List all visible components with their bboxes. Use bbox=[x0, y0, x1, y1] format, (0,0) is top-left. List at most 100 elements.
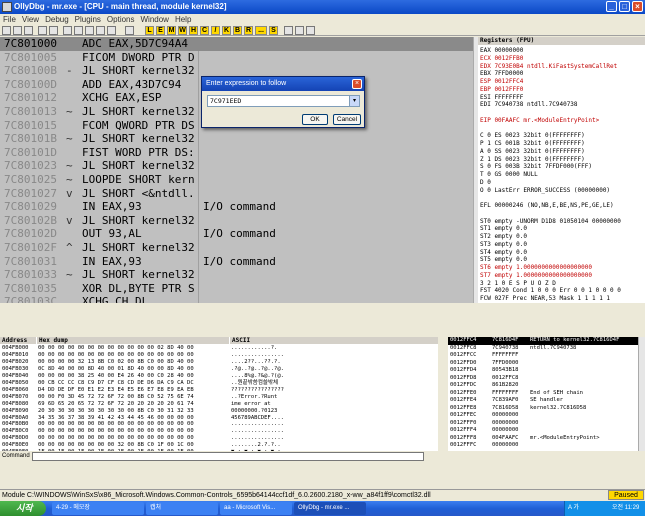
toolbar-modules-button[interactable]: E bbox=[156, 26, 165, 35]
dump-row[interactable]: 004FB0A0 34 35 36 37 38 39 41 42 43 44 45… bbox=[0, 415, 438, 422]
restart-icon[interactable] bbox=[13, 26, 22, 35]
stack-pane[interactable]: 0012FFC4 7C816D4F RETURN to kernel32.7C816… bbox=[448, 337, 638, 451]
disasm-row[interactable]: 7C80103C XCHG CH,DL bbox=[0, 295, 473, 303]
trace-over-icon[interactable] bbox=[96, 26, 105, 35]
stack-row[interactable]: 0012FFE4 7C839AF0 SE handler bbox=[448, 397, 638, 405]
register-line[interactable]: EDI 7C940738 ntdll.7C940738 bbox=[480, 101, 578, 108]
toolbar-references-button[interactable]: R bbox=[244, 26, 253, 35]
dump-row[interactable]: 004FB0C0 00 00 00 00 00 00 00 00 00 00 00… bbox=[0, 428, 438, 435]
cancel-button[interactable]: Cancel bbox=[333, 114, 361, 125]
disasm-row[interactable]: 7C80102F ^ JL SHORT kernel32 bbox=[0, 241, 473, 255]
taskbar-button-notepad[interactable]: 4-29 - 메모장 bbox=[52, 502, 144, 515]
register-line[interactable]: ESP 0012FFC4 bbox=[480, 78, 523, 85]
dump-row[interactable]: 004FB0E0 00 00 00 00 00 00 00 00 32 00 8B… bbox=[0, 442, 438, 449]
taskbar-button-ollydbg[interactable]: OllyDbg - mr.exe ... bbox=[294, 502, 366, 515]
register-line[interactable]: ECX 0012FFB0 bbox=[480, 55, 523, 62]
register-line[interactable]: O 0 LastErr ERROR_SUCCESS (00000000) bbox=[480, 187, 610, 194]
minimize-icon[interactable]: _ bbox=[606, 1, 617, 12]
register-line[interactable]: ST7 empty 1.0000000000000000000 bbox=[480, 272, 592, 279]
dump-row[interactable]: 004FB070 00 00 F0 3D 45 72 72 6F 72 00 8B… bbox=[0, 394, 438, 401]
run-icon[interactable] bbox=[38, 26, 47, 35]
dump-row[interactable]: 004FB0D0 00 00 00 00 00 00 00 00 00 00 00… bbox=[0, 435, 438, 442]
taskbar-button-capture[interactable]: 캡처 bbox=[146, 502, 218, 515]
dump-row[interactable]: 004FB010 00 00 00 00 00 00 00 00 00 00 00… bbox=[0, 352, 438, 359]
trace-into-icon[interactable] bbox=[85, 26, 94, 35]
register-line[interactable]: ST4 empty 0.0 bbox=[480, 249, 527, 256]
menu-file[interactable]: File bbox=[0, 14, 19, 25]
register-line[interactable]: C 0 ES 0023 32bit 0(FFFFFFFF) bbox=[480, 132, 585, 139]
menu-help[interactable]: Help bbox=[172, 14, 194, 25]
disasm-row[interactable]: 7C80102D OUT 93,AL I/O command bbox=[0, 227, 473, 241]
register-line[interactable]: ST1 empty 0.0 bbox=[480, 225, 527, 232]
register-line[interactable]: ST5 empty 0.0 bbox=[480, 256, 527, 263]
register-line[interactable]: 3 2 1 0 E S P U O Z D bbox=[480, 280, 556, 287]
ime-indicator[interactable]: A 가 bbox=[568, 501, 579, 516]
disasm-row[interactable]: 7C801005 FICOM DWORD PTR D bbox=[0, 51, 473, 65]
register-line[interactable]: FCW 027F Prec NEAR,53 Mask 1 1 1 1 1 bbox=[480, 295, 610, 302]
step-over-icon[interactable] bbox=[74, 26, 83, 35]
registers-pane[interactable]: Registers (FPU) EAX 00000000 ECX 0012FFB0… bbox=[478, 37, 645, 303]
toolbar-windows-button[interactable]: W bbox=[178, 26, 187, 35]
menu-debug[interactable]: Debug bbox=[42, 14, 72, 25]
close-program-icon[interactable] bbox=[24, 26, 33, 35]
dump-row[interactable]: 004FB000 00 00 00 00 00 00 00 00 00 00 00… bbox=[0, 345, 438, 352]
menu-view[interactable]: View bbox=[19, 14, 42, 25]
pane-splitter[interactable] bbox=[0, 303, 645, 337]
register-line[interactable]: FST 4020 Cond 1 0 0 0 Err 0 0 1 0 0 0 0 bbox=[480, 287, 621, 294]
register-line[interactable]: ST6 empty 1.0000000000000000000 bbox=[480, 264, 592, 271]
options-icon[interactable] bbox=[284, 26, 293, 35]
dump-row[interactable]: 004FB090 20 30 30 30 30 30 30 30 30 00 8B… bbox=[0, 408, 438, 415]
stack-row[interactable]: 0012FFEC 00000000 bbox=[448, 412, 638, 420]
list-icon[interactable] bbox=[295, 26, 304, 35]
chevron-down-icon[interactable]: ▾ bbox=[349, 96, 359, 106]
goto-icon[interactable] bbox=[125, 26, 134, 35]
register-line[interactable]: D 0 bbox=[480, 179, 491, 186]
execute-till-return-icon[interactable] bbox=[107, 26, 116, 35]
register-line[interactable]: ST0 empty -UNORM D1D8 01050104 00000000 bbox=[480, 218, 621, 225]
step-into-icon[interactable] bbox=[63, 26, 72, 35]
close-icon[interactable]: × bbox=[632, 1, 643, 12]
register-line[interactable]: EDX 7C93E0B4 ntdll.KiFastSystemCallRet bbox=[480, 63, 617, 70]
stack-scrollbar[interactable] bbox=[638, 337, 645, 451]
expression-value[interactable]: 7C971EED bbox=[210, 96, 241, 107]
stack-row[interactable]: 0012FFD4 80543B18 bbox=[448, 367, 638, 375]
register-line[interactable]: S 0 FS 003B 32bit 7FFDF000(FFF) bbox=[480, 163, 592, 170]
register-line[interactable]: A 0 SS 0023 32bit 0(FFFFFFFF) bbox=[480, 148, 585, 155]
dump-row[interactable]: 004FB0B0 00 00 00 00 00 00 00 00 00 00 00… bbox=[0, 421, 438, 428]
stack-row[interactable]: 0012FFC8 7C940738 ntdll.7C940738 bbox=[448, 345, 638, 353]
disasm-row[interactable]: 7C801033 ~ JL SHORT kernel32 bbox=[0, 268, 473, 282]
disasm-row[interactable]: 7C801027 v JL SHORT <&ntdll. bbox=[0, 187, 473, 201]
register-line[interactable]: EBX 7FFD0000 bbox=[480, 70, 523, 77]
disasm-row[interactable]: 7C80101D FIST WORD PTR DS: bbox=[0, 146, 473, 160]
disasm-row[interactable]: 7C801025 ~ LOOPDE SHORT kern bbox=[0, 173, 473, 187]
stack-row[interactable]: 0012FFF4 00000000 bbox=[448, 427, 638, 435]
open-icon[interactable] bbox=[2, 26, 11, 35]
register-line[interactable]: Z 1 DS 0023 32bit 0(FFFFFFFF) bbox=[480, 156, 585, 163]
taskbar-button-visualstudio[interactable]: aa - Microsoft Vis... bbox=[220, 502, 292, 515]
dump-header-hex[interactable]: Hex dump bbox=[37, 337, 229, 344]
toolbar-handles-button[interactable]: H bbox=[189, 26, 198, 35]
register-line[interactable]: ST3 empty 0.0 bbox=[480, 241, 527, 248]
hex-dump-pane[interactable]: Address Hex dump ASCII 004FB000 00 00 00 … bbox=[0, 337, 438, 451]
disasm-row[interactable]: 7C80102B v JL SHORT kernel32 bbox=[0, 214, 473, 228]
disasm-row[interactable]: 7C801023 ~ JL SHORT kernel32 bbox=[0, 159, 473, 173]
register-line[interactable]: ST2 empty 0.0 bbox=[480, 233, 527, 240]
register-line[interactable]: ESI FFFFFFFF bbox=[480, 94, 523, 101]
menu-plugins[interactable]: Plugins bbox=[72, 14, 104, 25]
toolbar-patches-button[interactable]: / bbox=[211, 26, 220, 35]
maximize-icon[interactable]: □ bbox=[619, 1, 630, 12]
disasm-row[interactable]: 7C801035 XOR DL,BYTE PTR S bbox=[0, 282, 473, 296]
toolbar-memory-button[interactable]: M bbox=[167, 26, 176, 35]
register-line[interactable]: EFL 00000246 (NO,NB,E,BE,NS,PE,GE,LE) bbox=[480, 202, 614, 209]
toolbar-log-button[interactable]: L bbox=[145, 26, 154, 35]
dump-row[interactable]: 004FB030 0C 8D 40 00 00 8D 40 00 01 8D 40… bbox=[0, 366, 438, 373]
register-line[interactable]: EBP 0012FFF0 bbox=[480, 86, 523, 93]
stack-row[interactable]: 0012FFDC 861B2820 bbox=[448, 382, 638, 390]
toolbar-cpu-button[interactable]: C bbox=[200, 26, 209, 35]
stack-row[interactable]: 0012FFE8 7C816D58 kernel32.7C816D58 bbox=[448, 405, 638, 413]
dump-row[interactable]: 004FB020 00 00 00 00 32 13 8B C0 02 00 8B… bbox=[0, 359, 438, 366]
toolbar-source-button[interactable]: S bbox=[269, 26, 278, 35]
stack-row[interactable]: 0012FFFC 00000000 bbox=[448, 442, 638, 450]
stack-row[interactable]: 0012FFC4 7C816D4F RETURN to kernel32.7C816… bbox=[448, 337, 638, 345]
toolbar-runtrace-button[interactable]: ... bbox=[255, 26, 267, 35]
